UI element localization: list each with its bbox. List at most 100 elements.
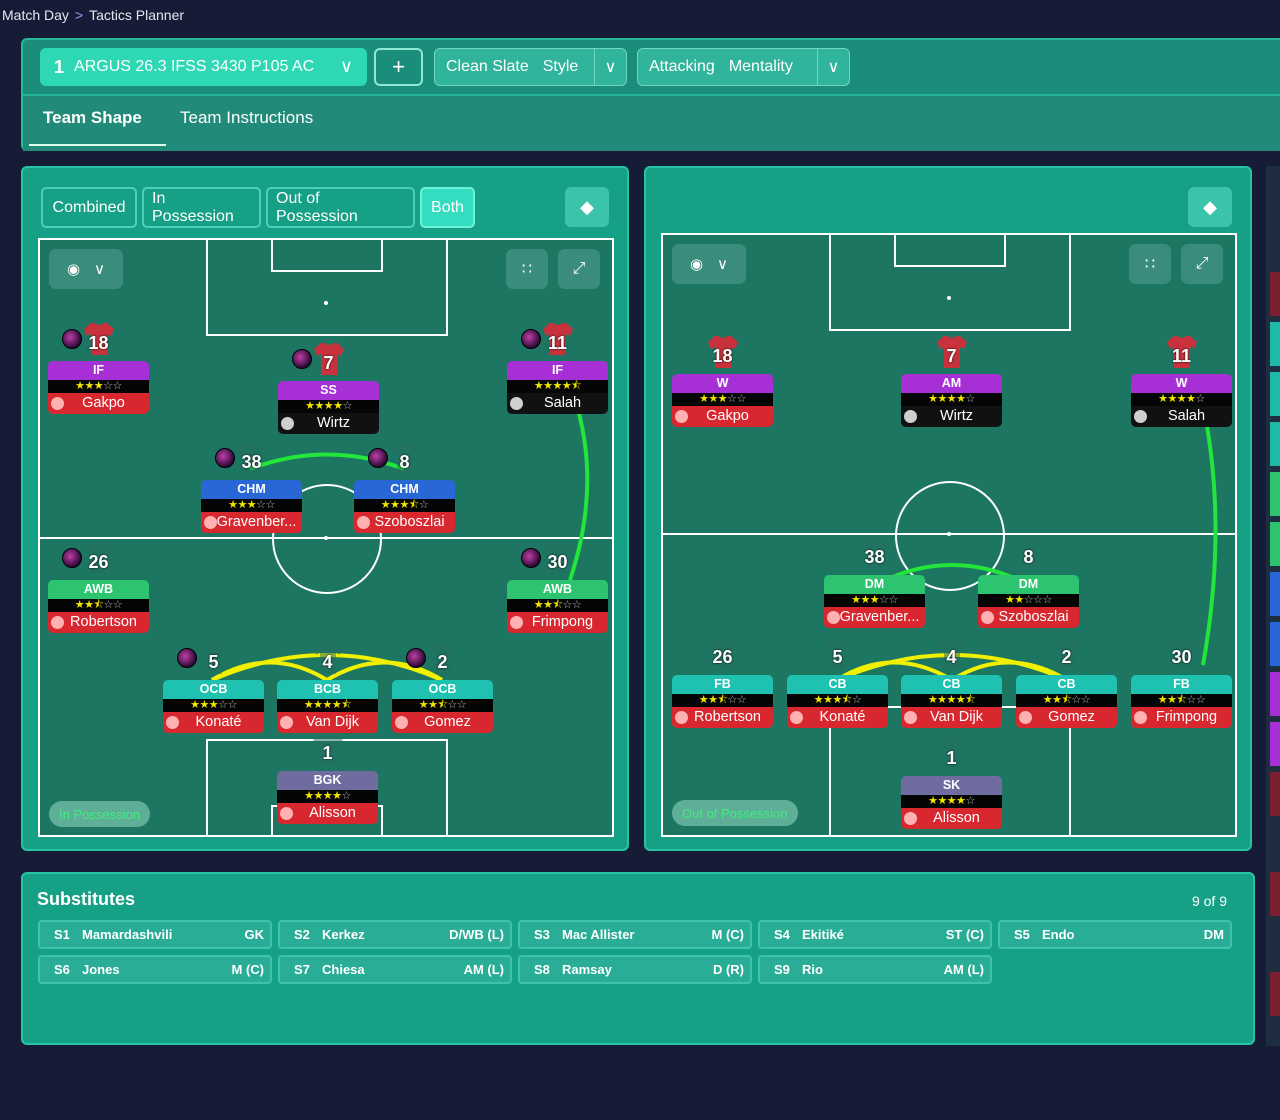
player-name: Robertson: [672, 707, 773, 728]
player-trait-icon: [368, 448, 388, 468]
player-name: Frimpong: [1131, 707, 1232, 728]
shirt-number: 2: [1061, 647, 1072, 667]
player-card[interactable]: 30 AWB ★★⯪☆☆ Frimpong: [507, 542, 608, 633]
mode-combined-button[interactable]: Combined: [41, 187, 137, 228]
substitutes-count: 9 of 9: [1191, 893, 1227, 909]
player-card[interactable]: 8 CHM ★★★⯪☆ Szoboszlai: [354, 442, 455, 533]
phase-label: Out of Possession: [672, 800, 798, 826]
player-status-icon: [1134, 410, 1147, 423]
breadcrumb-root[interactable]: Match Day: [2, 7, 69, 23]
breadcrumb: Match Day > Tactics Planner: [2, 7, 184, 23]
player-name: Gravenber...: [201, 512, 302, 533]
chevron-down-icon: ∨: [594, 49, 626, 85]
in-possession-panel: Combined In Possession Out of Possession…: [21, 166, 629, 851]
substitute-item[interactable]: S2 Kerkez D/WB (L): [278, 920, 512, 949]
substitute-slot: S6: [54, 962, 70, 977]
player-name: Alisson: [901, 808, 1002, 829]
formation-diamond-icon[interactable]: ◆: [1188, 187, 1232, 227]
substitute-item[interactable]: S8 Ramsay D (R): [518, 955, 752, 984]
player-name-text: Alisson: [933, 810, 980, 826]
player-status-icon: [51, 616, 64, 629]
player-card[interactable]: 4 CB ★★★★⯪ Van Dijk: [901, 637, 1002, 728]
player-card[interactable]: 1 SK ★★★★☆ Alisson: [901, 738, 1002, 829]
style-dropdown[interactable]: Clean Slate Style ∨: [434, 48, 627, 86]
mentality-dropdown[interactable]: Attacking Mentality ∨: [637, 48, 850, 86]
player-card[interactable]: 5 CB ★★★⯪☆ Konaté: [787, 637, 888, 728]
player-status-icon: [204, 516, 217, 529]
player-role: CHM: [354, 480, 455, 499]
tactic-toolbar: 1 ARGUS 26.3 IFSS 3430 P105 AC ∨ + Clean…: [21, 38, 1280, 151]
player-card[interactable]: 18 IF ★★★☆☆ Gakpo: [48, 323, 149, 414]
player-card[interactable]: 2 CB ★★⯪☆☆ Gomez: [1016, 637, 1117, 728]
side-strip-block: [1270, 322, 1280, 366]
player-card[interactable]: 7 SS ★★★★☆ Wirtz: [278, 343, 379, 434]
player-status-icon: [904, 410, 917, 423]
expand-icon[interactable]: ⤢: [558, 249, 600, 289]
player-card[interactable]: 26 FB ★★⯪☆☆ Robertson: [672, 637, 773, 728]
player-card[interactable]: 7 AM ★★★★☆ Wirtz: [901, 336, 1002, 427]
player-name-text: Frimpong: [1155, 709, 1218, 725]
grid-icon[interactable]: ∷: [506, 249, 548, 289]
player-status-icon: [904, 812, 917, 825]
side-strip-block: [1270, 422, 1280, 466]
side-strip-block: [1270, 722, 1280, 766]
view-toggle[interactable]: ◉ ∨: [49, 249, 123, 289]
substitute-name: Ramsay: [562, 962, 612, 977]
player-card[interactable]: 38 CHM ★★★☆☆ Gravenber...: [201, 442, 302, 533]
player-name: Salah: [507, 393, 608, 414]
substitute-item[interactable]: S5 Endo DM: [998, 920, 1232, 949]
tab-team-instructions[interactable]: Team Instructions: [180, 108, 313, 128]
tactic-selector[interactable]: 1 ARGUS 26.3 IFSS 3430 P105 AC ∨: [40, 48, 367, 86]
mode-both-button[interactable]: Both: [420, 187, 475, 228]
player-card[interactable]: 18 W ★★★☆☆ Gakpo: [672, 336, 773, 427]
player-card[interactable]: 8 DM ★★☆☆☆ Szoboszlai: [978, 537, 1079, 628]
player-card[interactable]: 2 OCB ★★⯪☆☆ Gomez: [392, 642, 493, 733]
player-status-icon: [357, 516, 370, 529]
shirt-number: 4: [322, 652, 333, 672]
shirt-number: 4: [946, 647, 957, 667]
player-card[interactable]: 30 FB ★★⯪☆☆ Frimpong: [1131, 637, 1232, 728]
eye-icon: ◉: [689, 256, 704, 273]
player-card[interactable]: 11 IF ★★★★⯪ Salah: [507, 323, 608, 414]
player-card[interactable]: 11 W ★★★★☆ Salah: [1131, 336, 1232, 427]
tab-team-shape[interactable]: Team Shape: [43, 108, 142, 128]
expand-icon[interactable]: ⤢: [1181, 244, 1223, 284]
player-name-text: Robertson: [694, 709, 761, 725]
view-toggle[interactable]: ◉ ∨: [672, 244, 746, 284]
substitute-position: GK: [244, 927, 265, 942]
substitute-item[interactable]: S3 Mac Allister M (C): [518, 920, 752, 949]
player-card[interactable]: 4 BCB ★★★★⯪ Van Dijk: [277, 642, 378, 733]
player-name-text: Gakpo: [82, 395, 125, 411]
player-role: OCB: [392, 680, 493, 699]
formation-diamond-icon[interactable]: ◆: [565, 187, 609, 227]
player-name-text: Wirtz: [939, 408, 973, 424]
player-card[interactable]: 38 DM ★★★☆☆ Gravenber...: [824, 537, 925, 628]
substitute-item[interactable]: S1 Mamardashvili GK: [38, 920, 272, 949]
player-role: FB: [1131, 675, 1232, 694]
phase-label: In Possession: [49, 801, 150, 827]
substitute-item[interactable]: S9 Rio AM (L): [758, 955, 992, 984]
substitute-name: Mamardashvili: [82, 927, 173, 942]
add-tactic-button[interactable]: +: [374, 48, 423, 86]
player-card[interactable]: 1 BGK ★★★★☆ Alisson: [277, 733, 378, 824]
player-card[interactable]: 5 OCB ★★★☆☆ Konaté: [163, 642, 264, 733]
role-suitability-stars: ★★★★⯪: [277, 699, 378, 712]
mode-out-of-possession-button[interactable]: Out of Possession: [266, 187, 415, 228]
player-status-icon: [981, 611, 994, 624]
player-name-text: Van Dijk: [930, 709, 983, 725]
player-name-text: Szoboszlai: [374, 514, 445, 530]
grid-icon[interactable]: ∷: [1129, 244, 1171, 284]
chevron-down-icon: ∨: [94, 261, 106, 278]
shirt-number: 18: [712, 346, 733, 366]
mode-in-possession-button[interactable]: In Possession: [142, 187, 261, 228]
role-suitability-stars: ★★☆☆☆: [978, 594, 1079, 607]
player-trait-icon: [215, 448, 235, 468]
mentality-label: Mentality: [728, 58, 793, 75]
substitute-position: M (C): [711, 927, 745, 942]
player-card[interactable]: 26 AWB ★★⯪☆☆ Robertson: [48, 542, 149, 633]
player-name: Wirtz: [901, 406, 1002, 427]
substitute-item[interactable]: S4 Ekitiké ST (C): [758, 920, 992, 949]
substitute-item[interactable]: S6 Jones M (C): [38, 955, 272, 984]
substitute-item[interactable]: S7 Chiesa AM (L): [278, 955, 512, 984]
role-suitability-stars: ★★⯪☆☆: [392, 699, 493, 712]
